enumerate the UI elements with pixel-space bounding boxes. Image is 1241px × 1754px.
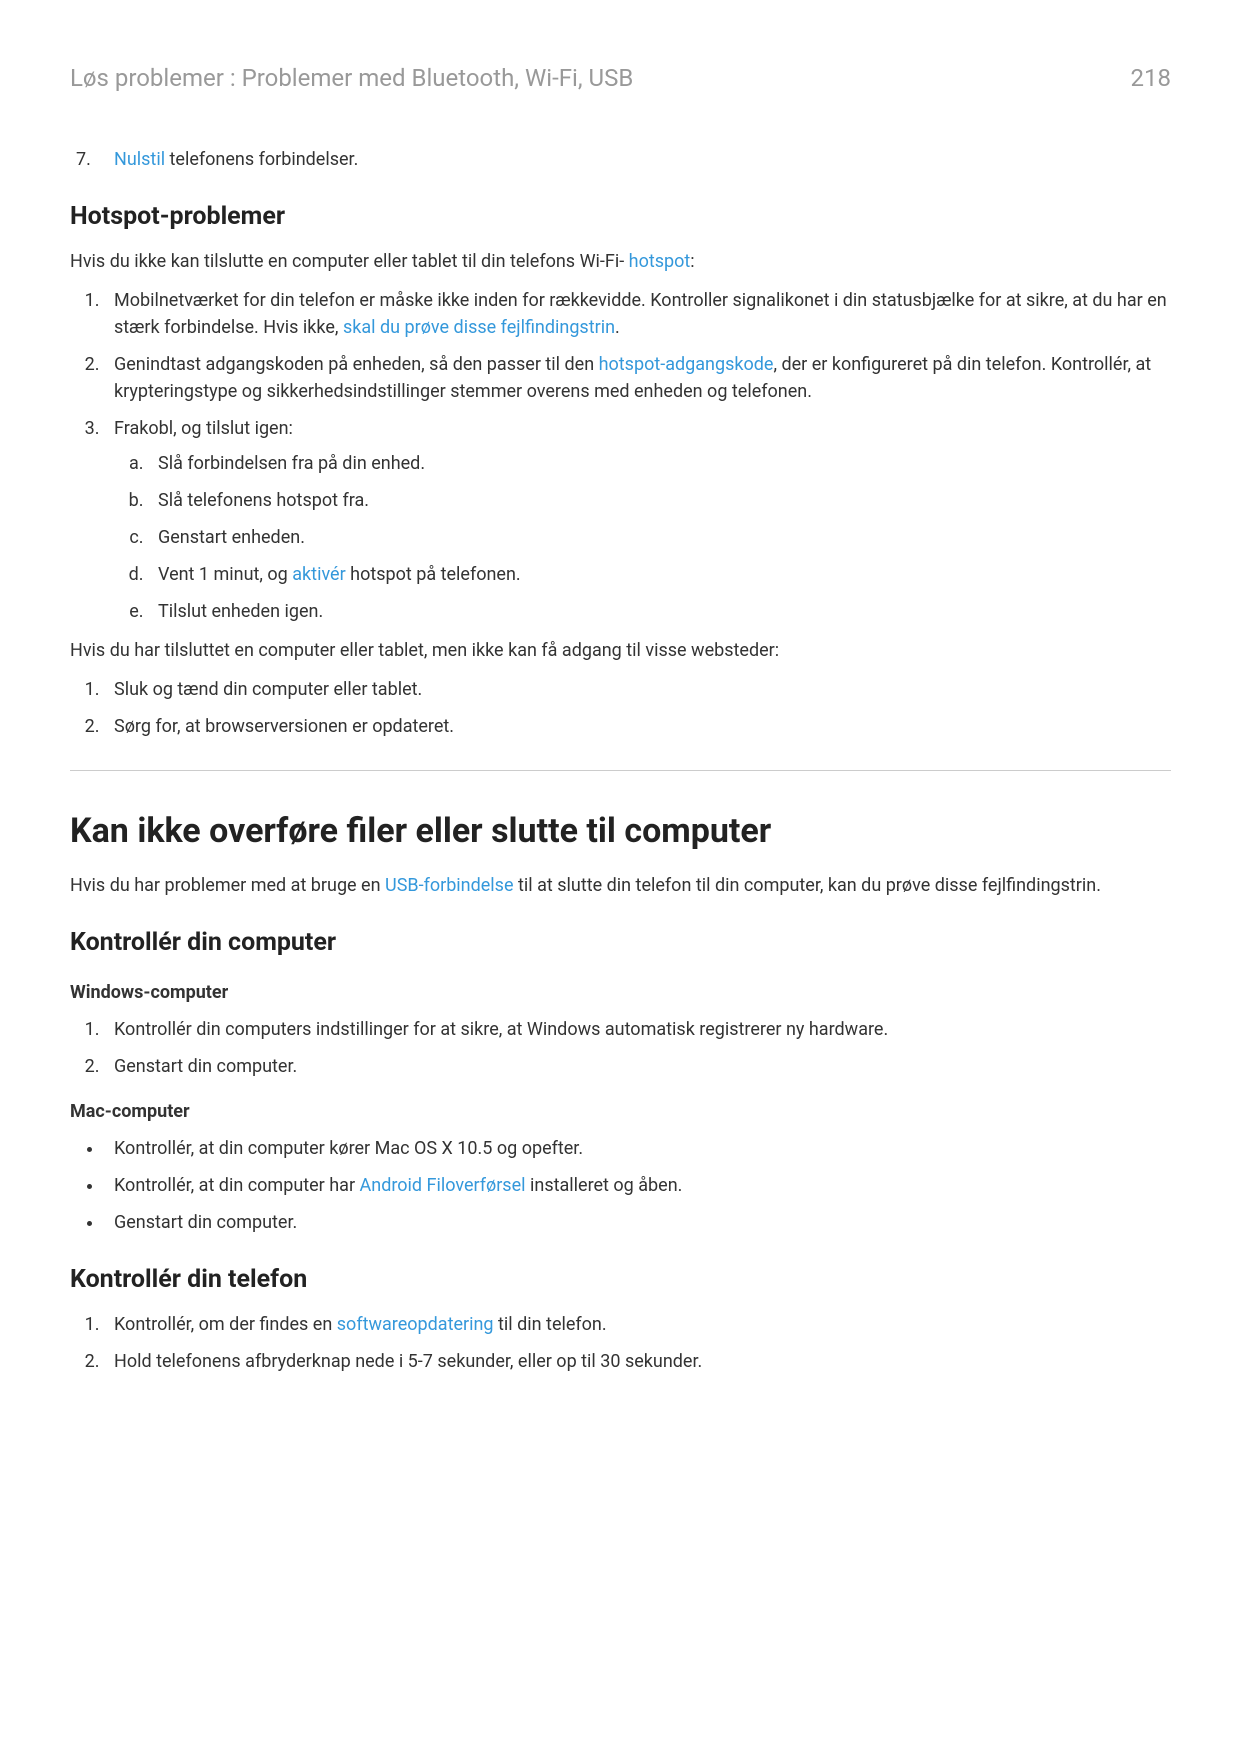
transfer-heading: Kan ikke overføre filer eller slutte til… [70,806,1171,857]
checkpc-heading: Kontrollér din computer [70,924,1171,962]
list-item: Hold telefonens afbryderknap nede i 5-7 … [104,1348,1171,1375]
hotspot-mid-steps: Sluk og tænd din computer eller tablet. … [70,676,1171,740]
list-item: Frakobl, og tilslut igen: Slå forbindels… [104,415,1171,625]
checkphone-heading: Kontrollér din telefon [70,1261,1171,1299]
text: Hvis du ikke kan tilslutte en computer e… [70,251,629,272]
list-item: Kontrollér, at din computer kører Mac OS… [104,1135,1171,1162]
text: hotspot på telefonen. [346,564,521,585]
list-item: Sørg for, at browserversionen er opdater… [104,713,1171,740]
hotspot-steps: Mobilnetværket for din telefon er måske … [70,287,1171,625]
list-item: Kontrollér, at din computer har Android … [104,1172,1171,1199]
list-item: Sluk og tænd din computer eller tablet. [104,676,1171,703]
software-update-link[interactable]: softwareopdatering [337,1314,494,1335]
activate-link[interactable]: aktivér [292,564,345,585]
reset-link[interactable]: Nulstil [114,149,165,170]
text: installeret og åben. [526,1175,683,1196]
text: Kontrollér, at din computer har [114,1175,360,1196]
page-header: Løs problemer : Problemer med Bluetooth,… [70,60,1171,96]
hotspot-substeps: Slå forbindelsen fra på din enhed. Slå t… [114,450,1171,625]
text: Hvis du har problemer med at bruge en [70,875,385,896]
page-number: 218 [1131,60,1171,96]
text: til at slutte din telefon til din comput… [514,875,1101,896]
hotspot-heading: Hotspot-problemer [70,198,1171,236]
list-item: Genindtast adgangskoden på enheden, så d… [104,351,1171,405]
list-item: Slå forbindelsen fra på din enhed. [148,450,1171,477]
windows-subhead: Windows-computer [70,979,1171,1006]
list-item: Mobilnetværket for din telefon er måske … [104,287,1171,341]
list-item: Genstart din computer. [104,1209,1171,1236]
hotspot-password-link[interactable]: hotspot-adgangskode [599,354,774,375]
mac-subhead: Mac-computer [70,1098,1171,1125]
text: telefonens forbindelser. [165,149,358,170]
breadcrumb: Løs problemer : Problemer med Bluetooth,… [70,60,633,96]
usb-link[interactable]: USB-forbindelse [385,875,514,896]
list-item: Tilslut enheden igen. [148,598,1171,625]
mac-steps: Kontrollér, at din computer kører Mac OS… [70,1135,1171,1236]
android-file-transfer-link[interactable]: Android Filoverførsel [360,1175,526,1196]
hotspot-mid: Hvis du har tilsluttet en computer eller… [70,637,1171,664]
list-item: Slå telefonens hotspot fra. [148,487,1171,514]
list-item: Genstart enheden. [148,524,1171,551]
hotspot-intro: Hvis du ikke kan tilslutte en computer e… [70,248,1171,275]
list-item: Nulstil telefonens forbindelser. [104,146,1171,173]
list-item: Vent 1 minut, og aktivér hotspot på tele… [148,561,1171,588]
list-item: Kontrollér din computers indstillinger f… [104,1016,1171,1043]
text: Genindtast adgangskoden på enheden, så d… [114,354,599,375]
text: Kontrollér, om der findes en [114,1314,337,1335]
text: Vent 1 minut, og [158,564,292,585]
text: : [690,251,694,272]
transfer-intro: Hvis du har problemer med at bruge en US… [70,872,1171,899]
text: Frakobl, og tilslut igen: [114,418,293,439]
troubleshoot-link[interactable]: skal du prøve disse fejlfindingstrin [343,317,615,338]
text: . [615,317,620,338]
text: Mobilnetværket for din telefon er måske … [114,290,1167,338]
windows-steps: Kontrollér din computers indstillinger f… [70,1016,1171,1080]
text: til din telefon. [494,1314,607,1335]
continued-list: Nulstil telefonens forbindelser. [70,146,1171,173]
list-item: Genstart din computer. [104,1053,1171,1080]
list-item: Kontrollér, om der findes en softwareopd… [104,1311,1171,1338]
checkphone-steps: Kontrollér, om der findes en softwareopd… [70,1311,1171,1375]
divider [70,770,1171,771]
hotspot-link[interactable]: hotspot [629,251,691,272]
